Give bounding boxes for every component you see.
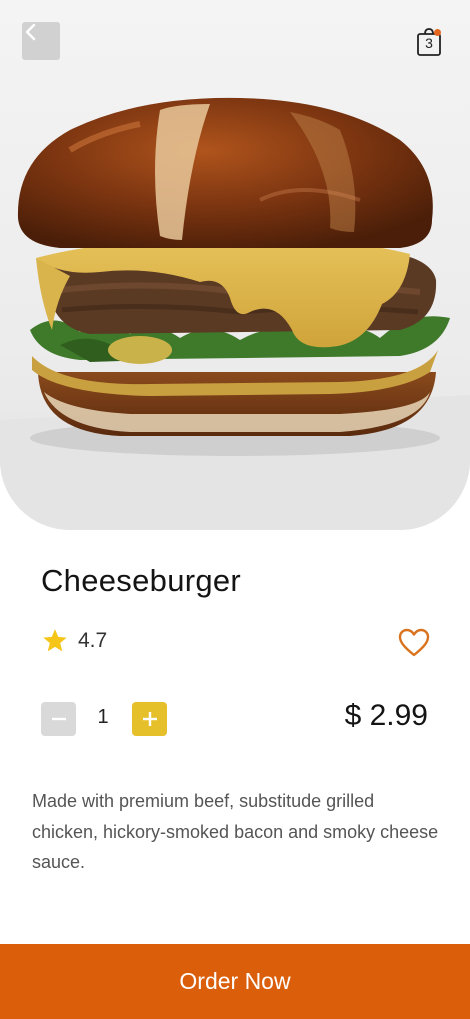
favorite-button[interactable]	[398, 628, 430, 658]
cheeseburger-image	[0, 97, 470, 530]
increase-quantity-button[interactable]	[132, 702, 167, 736]
plus-icon	[142, 712, 157, 726]
rating-value: 4.7	[78, 628, 108, 652]
minus-icon	[51, 717, 66, 721]
decrease-quantity-button[interactable]	[41, 702, 76, 736]
product-price: $ 2.99	[344, 699, 428, 732]
product-name: Cheeseburger	[41, 563, 242, 598]
order-now-button[interactable]: Order Now	[0, 944, 470, 1019]
heart-icon	[398, 628, 430, 657]
cart-count: 3	[425, 35, 433, 51]
chevron-left-icon	[25, 23, 36, 41]
rating: 4.7	[42, 628, 107, 653]
back-button[interactable]	[22, 22, 60, 60]
hero-image: 3	[0, 0, 470, 530]
product-description: Made with premium beef, substitude grill…	[32, 791, 439, 872]
quantity-value: 1	[97, 706, 109, 728]
cart-button[interactable]: 3	[414, 26, 444, 58]
star-icon	[43, 629, 67, 652]
